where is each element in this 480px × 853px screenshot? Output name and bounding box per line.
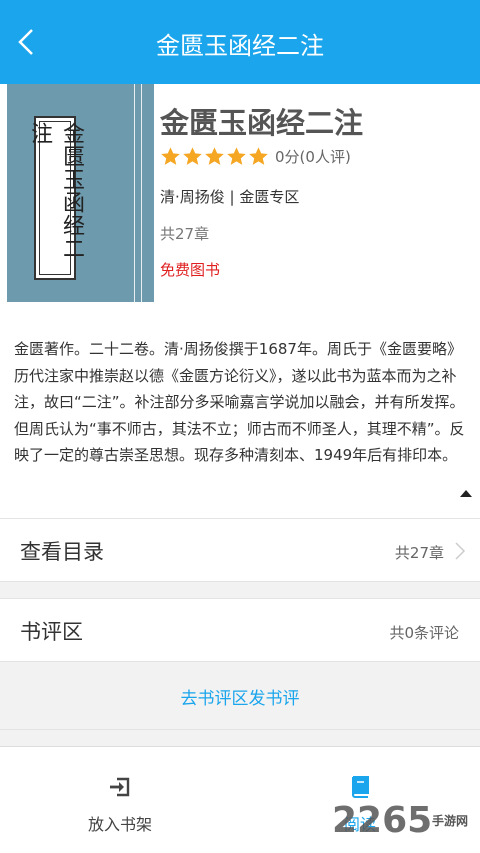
- shelf-label: 放入书架: [87, 815, 152, 834]
- book-title: 金匮玉函经二注: [160, 106, 364, 140]
- page-title: 金匮玉函经二注: [156, 32, 324, 60]
- book-author[interactable]: 清·周扬俊 | 金匮专区: [160, 186, 299, 207]
- star-icon: [249, 147, 268, 165]
- book-description: 金匮著作。二十二卷。清·周扬俊撰于1687年。周氏于《金匮要略》历代注家中推崇赵…: [14, 340, 465, 464]
- star-icon: [227, 147, 246, 165]
- cover-title-label: 金匮玉函经二注: [27, 116, 84, 280]
- star-icon: [205, 147, 224, 165]
- rating-text: 0分(0人评): [275, 148, 351, 166]
- toc-count: 共27章: [394, 544, 444, 562]
- cover-title-text: 金匮玉函经二注: [27, 121, 84, 275]
- toc-row[interactable]: 查看目录 共27章: [0, 518, 480, 582]
- collapse-triangle-icon[interactable]: [460, 490, 472, 497]
- star-icon: [161, 147, 180, 165]
- add-to-shelf-button[interactable]: 放入书架: [0, 747, 240, 853]
- watermark-site: 手游网: [432, 814, 469, 828]
- write-review-link[interactable]: 去书评区发书评: [0, 684, 480, 709]
- app-header: 金匮玉函经二注: [0, 0, 480, 84]
- cover-binding-line: [134, 84, 135, 302]
- chapter-count: 共27章: [160, 225, 210, 243]
- book-rating: 0分(0人评): [160, 146, 351, 167]
- book-icon: [352, 776, 369, 798]
- toc-label: 查看目录: [20, 540, 104, 564]
- review-label: 书评区: [20, 620, 83, 644]
- watermark-logo: 2265: [332, 800, 433, 841]
- book-info-panel: 金匮玉函经二注 金匮玉函经二注 0分(0人评) 清·周扬俊 | 金匮专区 共27…: [0, 84, 480, 518]
- review-count: 共0条评论: [389, 624, 459, 642]
- star-icon: [183, 147, 202, 165]
- free-badge: 免费图书: [160, 261, 221, 279]
- rating-stars: [160, 146, 270, 167]
- review-row[interactable]: 书评区 共0条评论: [0, 598, 480, 662]
- book-cover[interactable]: 金匮玉函经二注: [7, 84, 154, 302]
- cover-binding-line: [141, 84, 142, 302]
- login-arrow-icon: [110, 777, 130, 797]
- review-link-panel: 去书评区发书评: [0, 662, 480, 730]
- chevron-right-icon: [455, 542, 466, 560]
